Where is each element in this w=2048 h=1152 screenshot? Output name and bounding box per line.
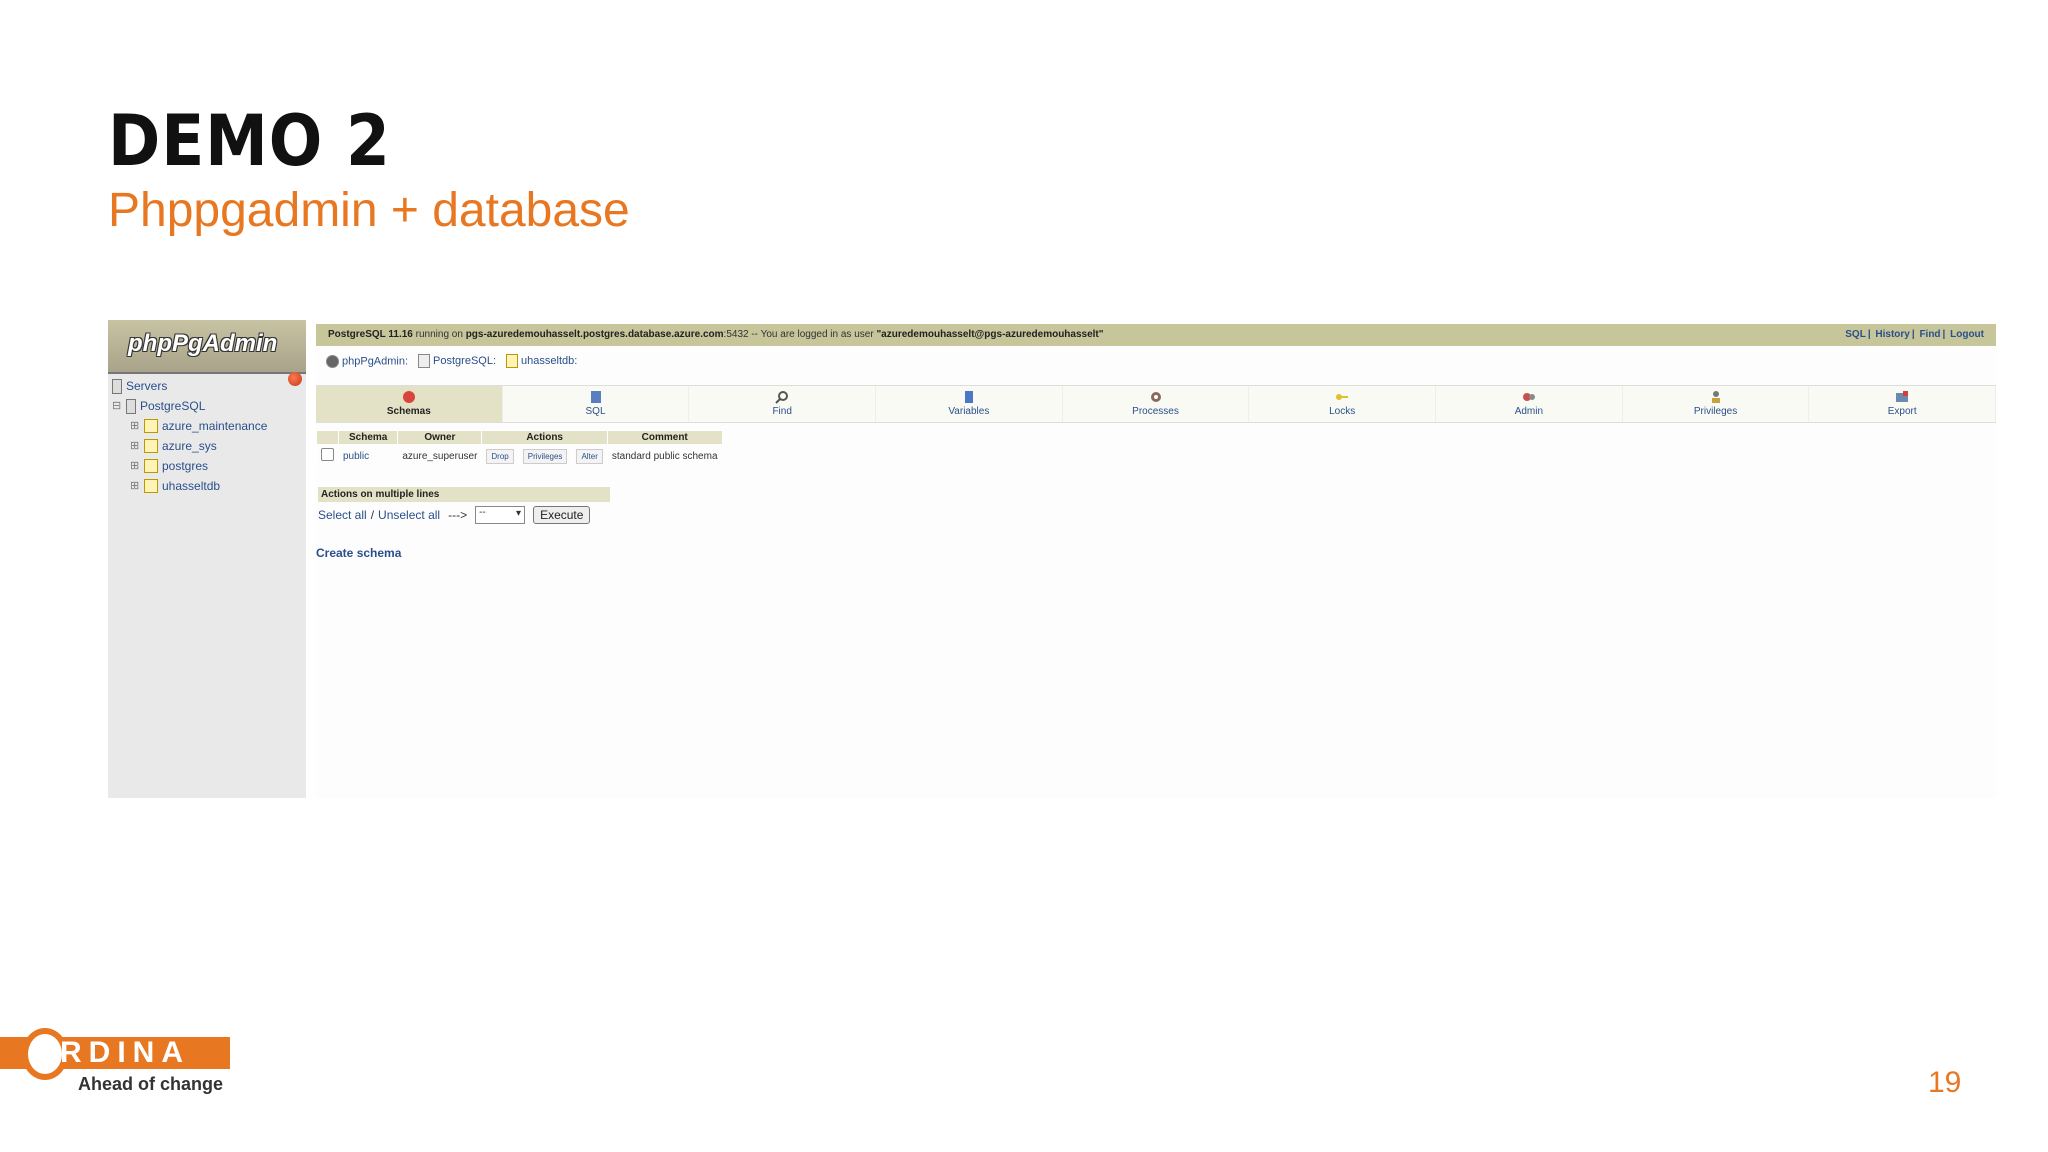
tree-item-postgres[interactable]: ⊞ postgres (112, 456, 267, 476)
action-select[interactable]: -- (475, 506, 526, 524)
tab-admin[interactable]: Admin (1436, 386, 1623, 422)
server-icon (418, 354, 431, 368)
multi-actions-header: Actions on multiple lines (318, 487, 610, 502)
create-schema-link[interactable]: Create schema (316, 546, 401, 560)
breadcrumb-phppgadmin[interactable]: phpPgAdmin: (326, 354, 408, 368)
expand-icon[interactable]: ⊞ (130, 476, 140, 496)
schemas-table: Schema Owner Actions Comment public azur… (316, 430, 723, 468)
col-actions: Actions (481, 430, 608, 445)
tree-item-servers[interactable]: Servers (112, 376, 267, 396)
find-link[interactable]: Find (1919, 329, 1940, 340)
arrow-text: ---> (448, 508, 468, 522)
phppgadmin-screenshot: phpPgAdmin Servers ⊟ PostgreSQL ⊞ azure_… (108, 320, 1997, 798)
expand-icon[interactable]: ⊞ (130, 436, 140, 456)
database-icon (144, 419, 158, 433)
col-schema: Schema (337, 430, 399, 445)
key-icon (1336, 394, 1349, 400)
page-number: 19 (1928, 1066, 1962, 1099)
schema-comment: standard public schema (606, 444, 723, 468)
phppgadmin-logo: phpPgAdmin (108, 320, 306, 374)
separator: / (370, 508, 375, 522)
export-icon (1896, 391, 1909, 402)
slide-title: DEMO 2 (108, 100, 391, 182)
logout-link[interactable]: Logout (1950, 329, 1984, 340)
connection-info: PostgreSQL 11.16 running on pgs-azuredem… (328, 329, 1104, 340)
ordina-logo: RDINA Ahead of change (0, 1020, 240, 1130)
database-icon (144, 439, 158, 453)
main-panel: PostgreSQL 11.16 running on pgs-azuredem… (316, 320, 1997, 798)
tree-item-postgresql[interactable]: ⊟ PostgreSQL (112, 396, 267, 416)
schema-owner: azure_superuser (397, 444, 483, 468)
select-all-link[interactable]: Select all (318, 508, 367, 522)
tab-processes[interactable]: Processes (1063, 386, 1250, 422)
tree-item-uhasseltdb[interactable]: ⊞ uhasseltdb (112, 476, 267, 496)
history-link[interactable]: History (1875, 329, 1909, 340)
tab-export[interactable]: Export (1809, 386, 1997, 422)
sql-link[interactable]: SQL (1845, 329, 1866, 340)
tab-sql[interactable]: SQL (503, 386, 690, 422)
breadcrumb-database[interactable]: uhasseltdb: (506, 354, 577, 368)
database-icon (144, 459, 158, 473)
schema-name-link[interactable]: public (337, 444, 399, 468)
database-icon (506, 354, 519, 368)
tab-find[interactable]: Find (689, 386, 877, 422)
collapse-icon[interactable]: ⊟ (112, 396, 122, 416)
tab-bar: Schemas SQL Find Variables Processes Loc… (316, 385, 1997, 423)
unselect-all-link[interactable]: Unselect all (378, 508, 440, 522)
slide-subtitle: Phppgadmin + database (108, 184, 630, 237)
elephant-icon (326, 354, 339, 368)
multi-actions: Actions on multiple lines Select all / U… (318, 487, 610, 524)
table-row: public azure_superuser Drop Privileges A… (316, 444, 723, 468)
admin-icon (1522, 393, 1535, 401)
server-icon (126, 398, 136, 414)
database-icon (144, 479, 158, 493)
server-tree: Servers ⊟ PostgreSQL ⊞ azure_maintenance… (112, 376, 267, 496)
tree-item-azure-maintenance[interactable]: ⊞ azure_maintenance (112, 416, 267, 436)
breadcrumb-server[interactable]: PostgreSQL: (418, 354, 496, 368)
alter-button[interactable]: Alter (576, 448, 603, 464)
privileges-button[interactable]: Privileges (522, 448, 568, 464)
tree-item-azure-sys[interactable]: ⊞ azure_sys (112, 436, 267, 456)
table-header-row: Schema Owner Actions Comment (316, 430, 723, 445)
refresh-icon[interactable] (288, 372, 302, 386)
breadcrumb: phpPgAdmin: PostgreSQL: uhasseltdb: (326, 354, 577, 368)
execute-button[interactable]: Execute (533, 506, 591, 524)
sidebar: phpPgAdmin Servers ⊟ PostgreSQL ⊞ azure_… (108, 320, 306, 798)
variables-icon (964, 391, 973, 403)
sql-icon (590, 391, 601, 403)
server-icon (112, 378, 122, 394)
top-links: SQL | History | Find | Logout (1845, 329, 1984, 340)
tab-privileges[interactable]: Privileges (1623, 386, 1810, 422)
gear-icon (1150, 392, 1161, 402)
schemas-icon (402, 391, 415, 403)
expand-icon[interactable]: ⊞ (130, 456, 140, 476)
col-owner: Owner (397, 430, 483, 445)
drop-button[interactable]: Drop (486, 448, 514, 464)
row-checkbox[interactable] (321, 448, 334, 461)
tab-schemas[interactable]: Schemas (316, 386, 503, 422)
user-icon (1711, 391, 1720, 403)
col-comment: Comment (606, 430, 723, 445)
top-bar: PostgreSQL 11.16 running on pgs-azuredem… (316, 324, 1996, 346)
tab-locks[interactable]: Locks (1249, 386, 1437, 422)
tab-variables[interactable]: Variables (876, 386, 1063, 422)
magnifier-icon (775, 391, 789, 404)
expand-icon[interactable]: ⊞ (130, 416, 140, 436)
